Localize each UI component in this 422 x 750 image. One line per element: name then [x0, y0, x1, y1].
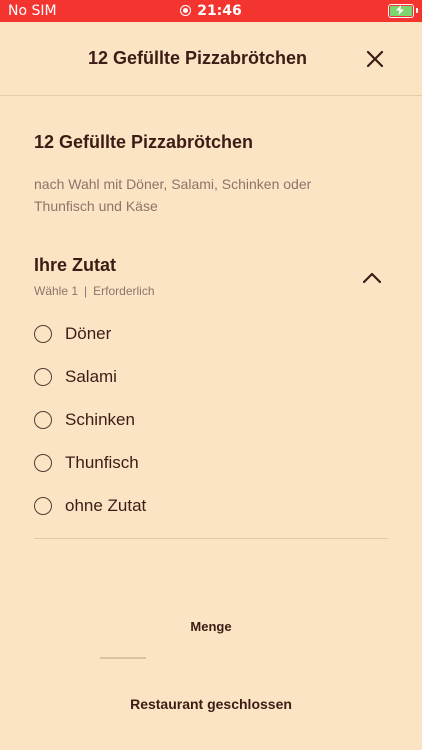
radio-button[interactable] [34, 410, 52, 429]
option-doener[interactable]: Döner [34, 312, 394, 355]
option-ohne-zutat[interactable]: ohne Zutat [34, 484, 394, 527]
choice-count: Wähle 1 [34, 284, 79, 298]
radio-button[interactable] [34, 453, 52, 472]
status-bar: No SIM 21:46 [0, 0, 422, 22]
modal-header: 12 Gefüllte Pizzabrötchen [0, 22, 422, 96]
required-label: Erforderlich [93, 284, 155, 298]
option-label: ohne Zutat [65, 495, 147, 515]
option-thunfisch[interactable]: Thunfisch [34, 441, 394, 484]
radio-button[interactable] [34, 324, 52, 343]
close-icon [366, 50, 384, 68]
radio-button[interactable] [34, 367, 52, 386]
option-label: Schinken [65, 409, 135, 429]
status-time: 21:46 [0, 3, 422, 19]
option-schinken[interactable]: Schinken [34, 398, 394, 441]
product-description: nach Wahl mit Döner, Salami, Schinken od… [34, 176, 312, 214]
collapse-section-button[interactable] [360, 268, 384, 288]
quantity-label: Menge [190, 619, 232, 634]
battery-charging-icon [388, 4, 418, 18]
section-title: Ihre Zutat [34, 255, 117, 275]
chevron-up-icon [362, 272, 382, 284]
option-label: Salami [65, 366, 117, 386]
restaurant-closed-button[interactable]: Restaurant geschlossen [0, 696, 422, 712]
time-label: 21:46 [197, 3, 242, 19]
product-title: 12 Gefüllte Pizzabrötchen [34, 132, 254, 152]
option-label: Thunfisch [65, 452, 139, 472]
radio-button[interactable] [34, 496, 52, 515]
header-title: 12 Gefüllte Pizzabrötchen [87, 48, 308, 68]
section-divider [34, 538, 388, 539]
location-icon [180, 5, 192, 16]
meta-separator: | [84, 284, 88, 298]
quantity-stepper[interactable] [100, 657, 146, 659]
section-meta: Wähle 1 | Erforderlich [34, 284, 155, 298]
option-salami[interactable]: Salami [34, 355, 394, 398]
option-label: Döner [65, 323, 112, 343]
ingredient-options: Döner Salami Schinken Thunfisch ohne Zut… [34, 312, 394, 527]
close-button[interactable] [363, 47, 387, 71]
